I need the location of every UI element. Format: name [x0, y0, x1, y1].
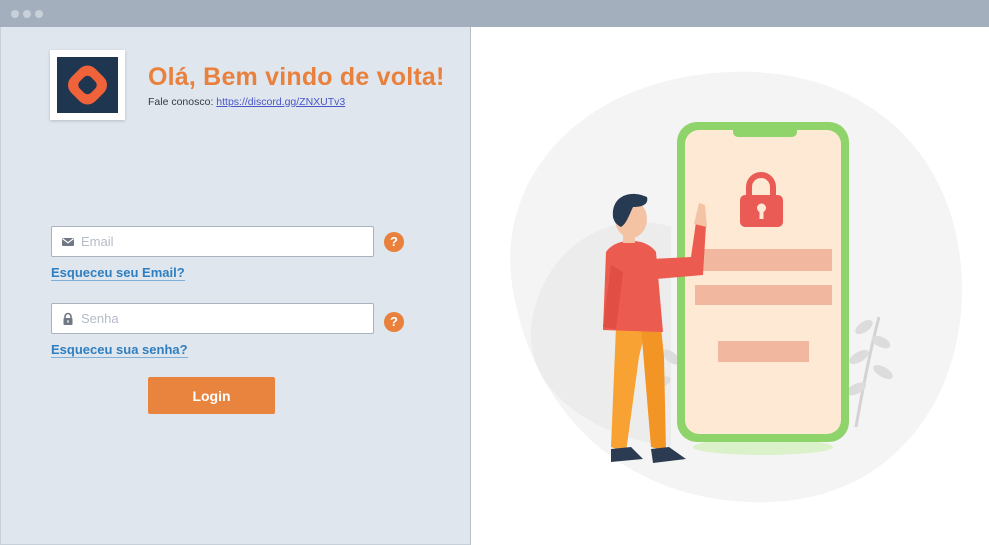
lock-icon [63, 312, 73, 325]
window-titlebar [0, 0, 989, 27]
contact-line: Fale conosco: https://discord.gg/ZNXUTv3 [148, 96, 345, 108]
login-button[interactable]: Login [148, 377, 275, 414]
phone-input-bar [695, 285, 832, 305]
phone-input-bar [695, 249, 832, 271]
welcome-title: Olá, Bem vindo de volta! [148, 63, 445, 91]
login-panel: Olá, Bem vindo de volta! Fale conosco: h… [0, 27, 471, 545]
window-minimize-button[interactable] [23, 10, 31, 18]
phone-illustration [677, 122, 849, 455]
contact-label: Fale conosco: [148, 96, 214, 108]
email-field[interactable] [51, 226, 374, 257]
email-input[interactable] [81, 227, 366, 256]
phone-button-bar [718, 341, 809, 362]
window-maximize-button[interactable] [35, 10, 43, 18]
forgot-email-link[interactable]: Esqueceu seu Email? [51, 265, 185, 281]
forgot-password-link[interactable]: Esqueceu sua senha? [51, 342, 188, 358]
ring-logo-icon [57, 57, 118, 113]
email-help-icon[interactable]: ? [384, 232, 404, 252]
envelope-icon [62, 238, 74, 246]
app-logo [50, 50, 125, 120]
illustration-panel [471, 27, 989, 545]
login-illustration [510, 71, 962, 503]
password-help-icon[interactable]: ? [384, 312, 404, 332]
window-close-button[interactable] [11, 10, 19, 18]
password-field[interactable] [51, 303, 374, 334]
discord-link[interactable]: https://discord.gg/ZNXUTv3 [216, 96, 345, 108]
password-input[interactable] [81, 304, 366, 333]
